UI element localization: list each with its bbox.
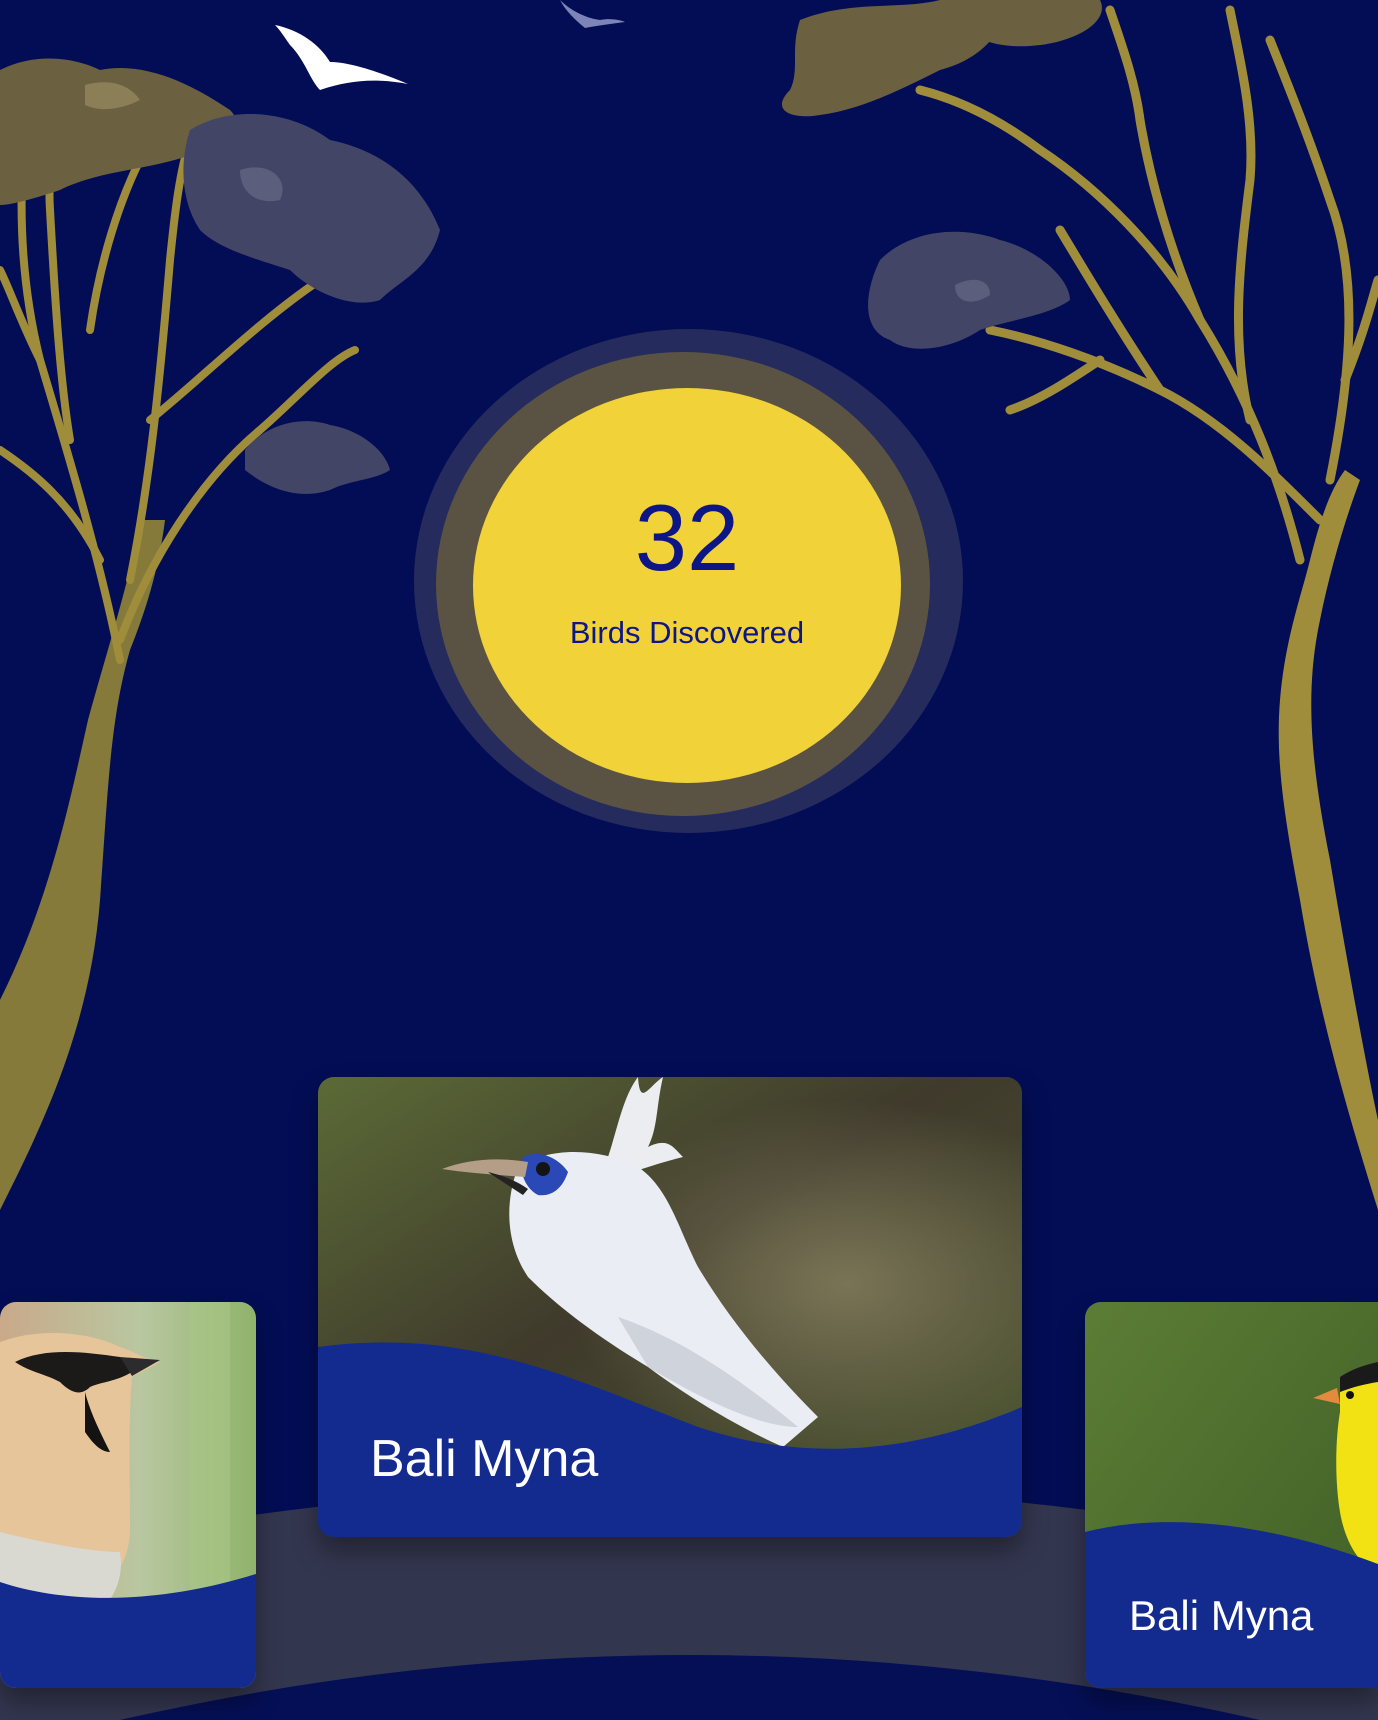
waxwing-photo bbox=[0, 1302, 256, 1688]
bird-card-goldfinch[interactable]: Bali Myna bbox=[1085, 1302, 1378, 1688]
tree-left-illustration bbox=[0, 58, 440, 1210]
right-bird-name: Bali Myna bbox=[1129, 1592, 1314, 1639]
bird-card-featured[interactable]: Bali Myna bbox=[318, 1077, 1022, 1537]
discovered-count: 32 bbox=[634, 485, 740, 590]
bird-card-waxwing[interactable] bbox=[0, 1302, 256, 1688]
birds-discovered-counter: 32 Birds Discovered bbox=[473, 388, 901, 783]
flying-bird-icon bbox=[275, 25, 408, 90]
featured-bird-name: Bali Myna bbox=[370, 1430, 599, 1488]
discovered-label: Birds Discovered bbox=[569, 615, 805, 650]
flying-bird-icon-small bbox=[560, 0, 625, 28]
